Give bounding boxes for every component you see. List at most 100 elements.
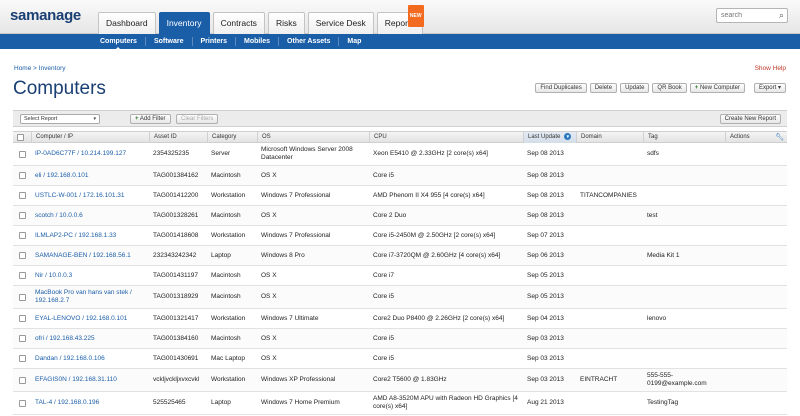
row-checkbox[interactable]: [19, 335, 26, 342]
tab-inventory[interactable]: Inventory: [158, 12, 210, 34]
cell-category: Macintosh: [211, 171, 241, 179]
column-header-category[interactable]: Category: [207, 132, 257, 143]
subnav-item-mobiles[interactable]: Mobiles: [236, 37, 280, 46]
table-row[interactable]: ILMLAP2-PC / 192.168.1.33 TAG001418608 Wor…: [13, 226, 787, 246]
cell-domain: [576, 166, 643, 185]
cell-computer-ip[interactable]: EYAL-LENOVO / 192.168.0.101: [31, 309, 149, 328]
qr-book-button[interactable]: QR Book: [652, 83, 687, 93]
cell-computer-ip[interactable]: eli / 192.168.0.101: [31, 166, 149, 185]
cell-last-update: Sep 05 2013: [527, 271, 564, 279]
subnav-item-software[interactable]: Software: [146, 37, 193, 46]
new-computer-button[interactable]: + New Computer: [689, 83, 745, 93]
table-row[interactable]: Nir / 10.0.0.3 TAG001431197 Macintosh OS X C…: [13, 266, 787, 286]
create-new-report-button[interactable]: Create New Report: [719, 114, 781, 124]
column-header-cpu[interactable]: CPU: [369, 132, 523, 143]
row-checkbox[interactable]: [19, 315, 26, 322]
tab-service-desk[interactable]: Service Desk: [307, 12, 374, 34]
add-filter-button[interactable]: + Add Filter: [130, 114, 171, 124]
cell-category: Macintosh: [211, 334, 241, 342]
search-icon[interactable]: ⌕: [779, 10, 784, 21]
cell-tag: [643, 349, 725, 368]
table-row[interactable]: SAMANAGE-BEN / 192.168.56.1 232343242342 L…: [13, 246, 787, 266]
row-checkbox[interactable]: [19, 355, 26, 362]
tab-label: Contracts: [220, 18, 257, 28]
cell-computer-ip[interactable]: MacBook Pro van hans van stek / 192.168.…: [31, 286, 149, 308]
cell-computer-ip[interactable]: Dandan / 192.168.0.106: [31, 349, 149, 368]
cell-domain: [576, 206, 643, 225]
table-row[interactable]: TAL-4 / 192.168.0.196 525525465 Laptop Wind…: [13, 392, 787, 415]
cell-category: Workstation: [211, 191, 246, 199]
table-row[interactable]: eli / 192.168.0.101 TAG001384162 Macintosh…: [13, 166, 787, 186]
cell-os: Windows XP Professional: [261, 376, 336, 383]
table-row[interactable]: MacBook Pro van hans van stek / 192.168.…: [13, 286, 787, 309]
cell-computer-ip[interactable]: Nir / 10.0.0.3: [31, 266, 149, 285]
export-dropdown[interactable]: Export ▾: [753, 83, 786, 93]
row-select-cell: [13, 206, 31, 225]
cell-computer-ip[interactable]: SAMANAGE-BEN / 192.168.56.1: [31, 246, 149, 265]
table-row[interactable]: EYAL-LENOVO / 192.168.0.101 TAG001321417 W…: [13, 309, 787, 329]
cell-computer-ip[interactable]: TAL-4 / 192.168.0.196: [31, 392, 149, 414]
row-checkbox[interactable]: [19, 192, 26, 199]
row-checkbox[interactable]: [19, 272, 26, 279]
tab-risks[interactable]: Risks: [267, 12, 305, 34]
table-row[interactable]: scotch / 10.0.0.6 TAG001328261 Macintosh OS…: [13, 206, 787, 226]
row-checkbox[interactable]: [19, 232, 26, 239]
column-header-domain[interactable]: Domain: [576, 132, 643, 143]
delete-button[interactable]: Delete: [589, 83, 618, 93]
tab-contracts[interactable]: Contracts: [212, 12, 265, 34]
cell-computer-ip[interactable]: ILMLAP2-PC / 192.168.1.33: [31, 226, 149, 245]
row-checkbox[interactable]: [19, 293, 26, 301]
table-row[interactable]: EFAGIS0N / 192.168.31.110 vckljvckljxvxcv…: [13, 369, 787, 392]
select-report-dropdown[interactable]: Select Report ▾: [20, 114, 100, 124]
row-checkbox[interactable]: [19, 150, 26, 158]
cell-computer-ip[interactable]: EFAGIS0N / 192.168.31.110: [31, 369, 149, 391]
clear-filters-button[interactable]: Clear Filters: [176, 114, 219, 124]
table-row[interactable]: Dandan / 192.168.0.106 TAG001430691 Mac La…: [13, 349, 787, 369]
subnav-item-printers[interactable]: Printers: [193, 37, 236, 46]
breadcrumb[interactable]: Home > Inventory: [14, 65, 65, 72]
subnav-item-computers[interactable]: Computers: [92, 37, 146, 51]
tab-label: Inventory: [166, 18, 202, 28]
cell-computer-ip[interactable]: USTLC-W-001 / 172.16.101.31: [31, 186, 149, 205]
table-row[interactable]: USTLC-W-001 / 172.16.101.31 TAG001412200 W…: [13, 186, 787, 206]
row-checkbox[interactable]: [19, 212, 26, 219]
column-header-tag[interactable]: Tag: [643, 132, 725, 143]
cell-asset-id: TAG001321417: [153, 314, 199, 322]
column-header-os[interactable]: OS: [257, 132, 369, 143]
row-checkbox[interactable]: [19, 172, 26, 179]
select-all-checkbox[interactable]: [17, 134, 24, 141]
row-checkbox[interactable]: [19, 399, 26, 407]
row-checkbox[interactable]: [19, 252, 26, 259]
find-duplicates-button[interactable]: Find Duplicates: [535, 83, 587, 93]
row-checkbox[interactable]: [19, 376, 26, 384]
cell-computer-ip[interactable]: ofri / 192.168.43.225: [31, 329, 149, 348]
cell-category: Macintosh: [211, 271, 241, 279]
cell-last-update: Sep 07 2013: [527, 231, 564, 239]
search-box[interactable]: ⌕: [716, 8, 788, 23]
column-header-last-update[interactable]: Last Update ▼: [523, 132, 576, 143]
new-computer-label: New Computer: [699, 85, 740, 91]
actions-label: Actions: [730, 134, 750, 140]
cell-computer-ip[interactable]: scotch / 10.0.0.6: [31, 206, 149, 225]
computers-table: Computer / IP Asset ID Category OS CPU L…: [13, 131, 787, 415]
tab-reports[interactable]: Reports NEW: [376, 5, 424, 34]
cell-actions: [725, 206, 787, 225]
search-input[interactable]: [717, 9, 773, 22]
cell-actions: [725, 286, 787, 308]
tab-dashboard[interactable]: Dashboard: [98, 12, 156, 34]
subnav-item-map[interactable]: Map: [339, 37, 369, 46]
update-button[interactable]: Update: [620, 83, 650, 93]
table-row[interactable]: IP-0AD6C77F / 10.214.199.127 2354325235 Se…: [13, 143, 787, 166]
cell-last-update: Sep 08 2013: [527, 150, 564, 157]
column-header-asset-id[interactable]: Asset ID: [149, 132, 207, 143]
cell-last-update: Sep 03 2013: [527, 334, 564, 342]
subnav-item-other-assets[interactable]: Other Assets: [279, 37, 340, 46]
column-header-computer[interactable]: Computer / IP: [31, 132, 149, 143]
cell-os: OS X: [261, 334, 277, 342]
cell-computer-ip[interactable]: IP-0AD6C77F / 10.214.199.127: [31, 143, 149, 165]
cell-os: Windows 7 Home Premium: [261, 399, 340, 406]
wrench-icon[interactable]: 🔧︎: [775, 132, 784, 143]
table-row[interactable]: ofri / 192.168.43.225 TAG001384160 Macinto…: [13, 329, 787, 349]
show-help-link[interactable]: Show Help: [755, 65, 786, 72]
sort-down-icon[interactable]: ▼: [564, 132, 572, 140]
